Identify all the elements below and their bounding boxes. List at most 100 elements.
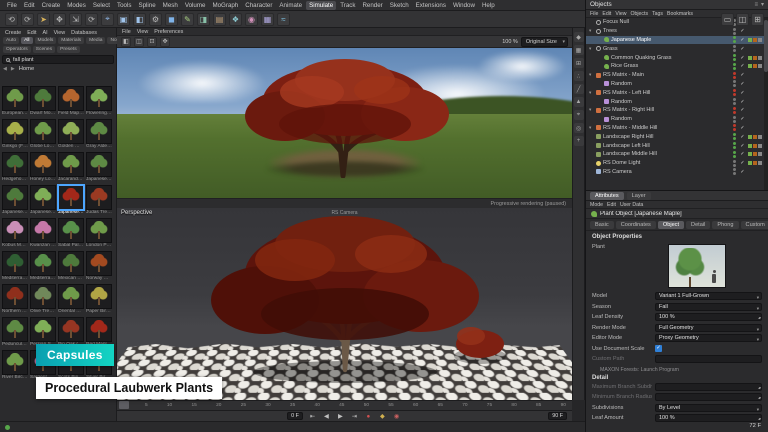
asset-item[interactable]: Judas Tree (Fall Plant)	[86, 185, 112, 216]
move-tool-icon[interactable]: ✥	[53, 13, 66, 26]
render-settings-icon[interactable]: ⚙	[149, 13, 162, 26]
asset-browser-menu-item[interactable]: Edit	[25, 30, 38, 36]
coordinate-system-icon[interactable]: ⌖	[101, 13, 114, 26]
redo-icon[interactable]: ⟳	[21, 13, 34, 26]
visibility-dots[interactable]	[733, 142, 737, 149]
enable-checkbox[interactable]	[739, 55, 746, 61]
object-tree-item[interactable]: Landscape Left Hill	[586, 141, 764, 150]
object-tags[interactable]	[748, 29, 764, 33]
object-manager-scrollbar[interactable]	[764, 18, 768, 190]
enable-checkbox[interactable]	[739, 151, 746, 157]
compare-ab-icon[interactable]: ◧	[121, 37, 131, 47]
custom-path-field[interactable]	[655, 355, 762, 363]
attribute-tab[interactable]: Basic	[590, 221, 614, 229]
timeline-ruler[interactable]: 051015202530354045505560657075808590	[117, 400, 572, 410]
spline-pen-icon[interactable]: ✎	[181, 13, 194, 26]
polygons-mode-icon[interactable]: ▲	[574, 97, 584, 107]
asset-item[interactable]: Mexican Palmetto (Fall Plant)	[58, 251, 84, 282]
visibility-dots[interactable]	[733, 45, 737, 52]
mograph-cloner-icon[interactable]: ❖	[229, 13, 242, 26]
pan-view-icon[interactable]: ✥	[160, 37, 170, 47]
enable-checkbox[interactable]	[739, 125, 746, 131]
object-tags[interactable]	[748, 152, 764, 156]
menubar-item[interactable]: Create	[39, 1, 64, 10]
layout-quad-view-icon[interactable]: ⊞	[751, 13, 764, 26]
object-tags[interactable]	[748, 91, 764, 95]
asset-item[interactable]: Pedunculate Oak (Fall Plant)	[2, 317, 28, 348]
attribute-menu-item[interactable]: Edit	[607, 202, 616, 208]
render-view-menu-item[interactable]: File	[120, 29, 133, 35]
asset-filter-chip[interactable]: Media	[86, 37, 105, 44]
workplane-mode-icon[interactable]: ⊞	[574, 58, 584, 68]
texture-mode-icon[interactable]: ▦	[574, 45, 584, 55]
object-tags[interactable]	[748, 47, 764, 51]
simulation-icon[interactable]: ≈	[277, 13, 290, 26]
enable-checkbox[interactable]	[739, 169, 746, 175]
size-mode-dropdown[interactable]: Original Size	[521, 37, 568, 47]
object-manager-menu-item[interactable]: Bookmarks	[667, 11, 693, 17]
asset-item[interactable]: Jacaranda (Fall Plant)	[58, 152, 84, 183]
snap-settings-icon[interactable]: +	[574, 136, 584, 146]
volume-builder-icon[interactable]: ▦	[261, 13, 274, 26]
current-frame-field[interactable]: 0 F	[287, 412, 303, 420]
menubar-item[interactable]: Simulate	[306, 1, 336, 10]
object-tags[interactable]	[748, 82, 764, 86]
object-tags[interactable]	[748, 161, 764, 165]
asset-item[interactable]: Mediterranean Capsule (Fall Plant)	[30, 251, 56, 282]
asset-filter-chip[interactable]: Models	[35, 37, 57, 44]
object-tree-item[interactable]: RS Matrix - Main	[586, 71, 764, 80]
asset-filter-chip[interactable]: Presets	[57, 46, 80, 53]
asset-item[interactable]: Japanese Camellia (Fall Plant)	[2, 185, 28, 216]
object-tags[interactable]	[748, 135, 764, 139]
render-mode-dropdown[interactable]: Full Geometry	[655, 324, 762, 332]
object-manager-menu-item[interactable]: Edit	[602, 11, 611, 17]
search-input[interactable]: fall plant	[2, 55, 114, 64]
object-tree-item[interactable]: Random	[586, 115, 764, 124]
expand-arrow-icon[interactable]	[589, 28, 594, 34]
object-tree-item[interactable]: Random	[586, 80, 764, 89]
visibility-dots[interactable]	[733, 36, 737, 43]
expand-arrow-icon[interactable]	[589, 72, 594, 78]
editor-mode-dropdown[interactable]: Proxy Geometry	[655, 334, 762, 342]
expand-arrow-icon[interactable]	[589, 46, 594, 52]
viewport-label[interactable]: Perspective	[121, 210, 152, 216]
menubar-item[interactable]: Extensions	[413, 1, 449, 10]
object-tree-item[interactable]: Random	[586, 97, 764, 106]
enable-checkbox[interactable]	[739, 99, 746, 105]
model-mode-icon[interactable]: ◆	[574, 32, 584, 42]
asset-browser-menu-item[interactable]: Create	[3, 30, 23, 36]
enable-axis-icon[interactable]: ⌖	[574, 110, 584, 120]
enable-checkbox[interactable]	[739, 63, 746, 69]
asset-item[interactable]: Honey Locust (Fall Plant)	[30, 152, 56, 183]
model-dropdown[interactable]: Variant 1 Full-Grown	[655, 292, 762, 300]
leaf-density-field[interactable]: 100 %	[655, 313, 762, 321]
menubar-item[interactable]: Render	[359, 1, 385, 10]
menubar-item[interactable]: Window	[450, 1, 478, 10]
branch-subdiv-field[interactable]	[655, 383, 762, 391]
expand-arrow-icon[interactable]	[589, 125, 594, 131]
object-tags[interactable]	[748, 144, 764, 148]
autokey-button[interactable]: ◉	[391, 413, 402, 420]
enable-checkbox[interactable]	[739, 90, 746, 96]
asset-filter-chip[interactable]: All	[21, 37, 32, 44]
asset-item[interactable]: Japanese Maple (Fall Plant)	[58, 185, 84, 216]
edges-mode-icon[interactable]: ╱	[574, 84, 584, 94]
asset-item[interactable]: European Beech (Fall Plant)	[2, 86, 28, 117]
asset-filter-chip[interactable]: Scenes	[33, 46, 55, 53]
undo-icon[interactable]: ⟲	[5, 13, 18, 26]
zoom-fit-icon[interactable]: ⊡	[147, 37, 157, 47]
menubar-item[interactable]: Sketch	[387, 1, 412, 10]
asset-item[interactable]: River Birch (Fall Plant)	[2, 350, 28, 381]
asset-filter-chip[interactable]: Auto	[3, 37, 19, 44]
go-to-end-button[interactable]: ⇥	[349, 413, 360, 420]
asset-browser-menu-item[interactable]: View	[52, 30, 68, 36]
object-tags[interactable]	[748, 73, 764, 77]
visibility-dots[interactable]	[733, 160, 737, 167]
document-scale-checkbox[interactable]: ✓	[655, 345, 662, 352]
enable-checkbox[interactable]	[739, 107, 746, 113]
asset-item[interactable]: Field Maple (Fall Maple)	[58, 86, 84, 117]
channels-icon[interactable]: ◫	[134, 37, 144, 47]
object-tree-item[interactable]: RS Matrix - Right Hill	[586, 106, 764, 115]
keyframe-button[interactable]: ◆	[377, 413, 388, 420]
panel-menu-icon[interactable]: ≡	[754, 2, 758, 8]
